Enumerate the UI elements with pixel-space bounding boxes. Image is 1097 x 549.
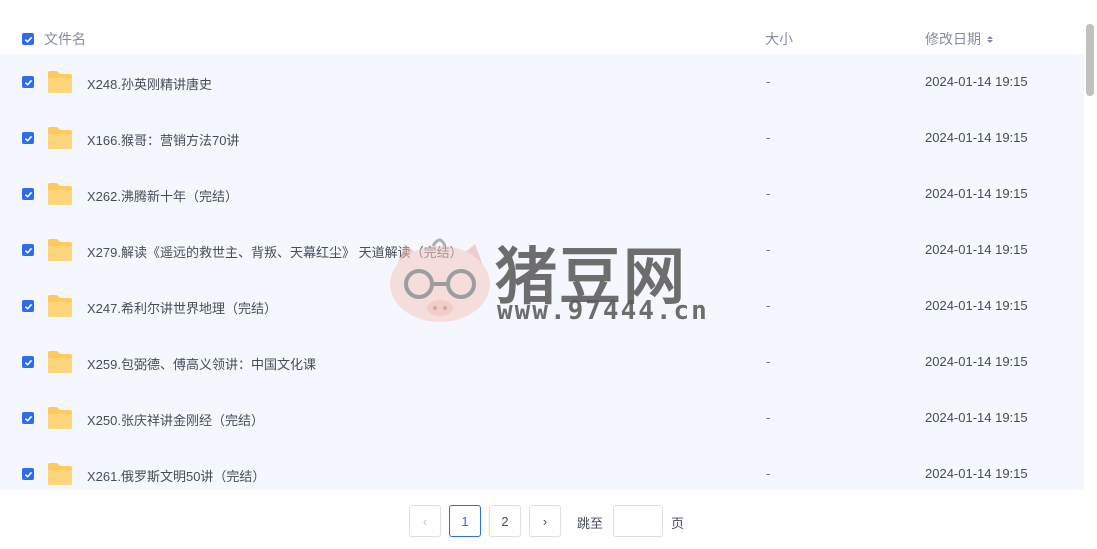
table-row[interactable]: X250.张庆祥讲金刚经（完结） - 2024-01-14 19:15 [0, 390, 1084, 446]
file-name[interactable]: X247.希利尔讲世界地理（完结） [87, 298, 277, 317]
prev-page-button[interactable]: ‹ [409, 505, 441, 537]
row-checkbox[interactable] [22, 76, 34, 88]
select-all-checkbox[interactable] [22, 33, 34, 45]
row-checkbox[interactable] [22, 412, 34, 424]
folder-icon [48, 71, 72, 93]
page-button-1[interactable]: 1 [449, 505, 481, 537]
file-list: X248.孙英刚精讲唐史 - 2024-01-14 19:15 X166.猴哥：… [0, 54, 1084, 490]
file-name[interactable]: X262.沸腾新十年（完结） [87, 186, 238, 205]
file-size: - [766, 466, 771, 481]
table-row[interactable]: X279.解读《遥远的救世主、背叛、天幕红尘》 天道解读（完结） - 2024-… [0, 222, 1084, 278]
scrollbar-thumb[interactable] [1086, 24, 1094, 96]
file-size: - [766, 130, 771, 145]
file-date: 2024-01-14 19:15 [925, 466, 1028, 481]
row-checkbox[interactable] [22, 188, 34, 200]
file-name[interactable]: X259.包弼德、傅高义领讲：中国文化课 [87, 354, 316, 373]
file-name[interactable]: X250.张庆祥讲金刚经（完结） [87, 410, 264, 429]
file-name[interactable]: X166.猴哥：营销方法70讲 [87, 130, 239, 149]
file-size: - [766, 298, 771, 313]
next-page-button[interactable]: › [529, 505, 561, 537]
file-name[interactable]: X248.孙英刚精讲唐史 [87, 74, 212, 93]
row-checkbox[interactable] [22, 356, 34, 368]
file-browser: 文件名 大小 修改日期 X248.孙英刚精讲唐史 - 2024-01-14 19… [0, 0, 1097, 549]
file-date: 2024-01-14 19:15 [925, 298, 1028, 313]
file-date: 2024-01-14 19:15 [925, 354, 1028, 369]
folder-icon [48, 295, 72, 317]
table-row[interactable]: X262.沸腾新十年（完结） - 2024-01-14 19:15 [0, 166, 1084, 222]
row-checkbox[interactable] [22, 300, 34, 312]
row-checkbox[interactable] [22, 244, 34, 256]
sort-icon[interactable] [987, 35, 993, 43]
folder-icon [48, 351, 72, 373]
file-date: 2024-01-14 19:15 [925, 410, 1028, 425]
jump-page-input[interactable] [613, 505, 663, 537]
file-name[interactable]: X279.解读《遥远的救世主、背叛、天幕红尘》 天道解读（完结） [87, 242, 463, 261]
file-size: - [766, 186, 771, 201]
table-row[interactable]: X261.俄罗斯文明50讲（完结） - 2024-01-14 19:15 [0, 446, 1084, 490]
page-button-2[interactable]: 2 [489, 505, 521, 537]
file-size: - [766, 354, 771, 369]
column-header-size[interactable]: 大小 [765, 29, 793, 49]
table-row[interactable]: X247.希利尔讲世界地理（完结） - 2024-01-14 19:15 [0, 278, 1084, 334]
jump-to-label: 跳至 [577, 516, 604, 531]
list-header: 文件名 大小 修改日期 [0, 24, 1084, 54]
file-name[interactable]: X261.俄罗斯文明50讲（完结） [87, 466, 265, 485]
page-suffix-label: 页 [671, 516, 685, 531]
file-size: - [766, 242, 771, 257]
file-date: 2024-01-14 19:15 [925, 186, 1028, 201]
table-row[interactable]: X259.包弼德、傅高义领讲：中国文化课 - 2024-01-14 19:15 [0, 334, 1084, 390]
folder-icon [48, 127, 72, 149]
table-row[interactable]: X166.猴哥：营销方法70讲 - 2024-01-14 19:15 [0, 110, 1084, 166]
row-checkbox[interactable] [22, 468, 34, 480]
file-date: 2024-01-14 19:15 [925, 130, 1028, 145]
file-size: - [766, 74, 771, 89]
file-size: - [766, 410, 771, 425]
column-header-date-label: 修改日期 [925, 31, 981, 47]
table-row[interactable]: X248.孙英刚精讲唐史 - 2024-01-14 19:15 [0, 54, 1084, 110]
folder-icon [48, 183, 72, 205]
folder-icon [48, 239, 72, 261]
folder-icon [48, 407, 72, 429]
row-checkbox[interactable] [22, 132, 34, 144]
file-date: 2024-01-14 19:15 [925, 74, 1028, 89]
file-date: 2024-01-14 19:15 [925, 242, 1028, 257]
folder-icon [48, 463, 72, 485]
column-header-name[interactable]: 文件名 [44, 29, 86, 49]
column-header-date[interactable]: 修改日期 [925, 29, 993, 49]
